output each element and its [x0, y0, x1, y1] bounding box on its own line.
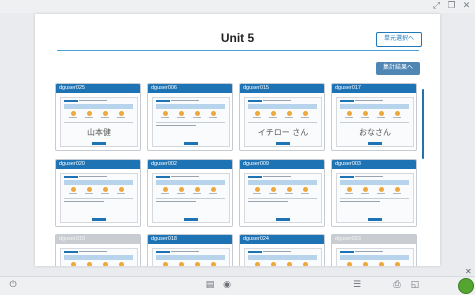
results-button[interactable]: 集計結果へ — [376, 62, 420, 75]
window-icon[interactable]: ◱ — [410, 280, 420, 290]
student-card[interactable]: dguser024 — [239, 234, 325, 266]
student-card[interactable]: dguser023 — [331, 234, 417, 266]
globe-icon[interactable] — [458, 278, 474, 294]
main-panel: Unit 5 単元選択へ 集計結果へ dguser025 山本健 dguser006… — [35, 14, 440, 266]
student-card[interactable]: dguser017 おなさん — [331, 83, 417, 151]
student-name: dguser023 — [332, 235, 416, 244]
print-icon[interactable]: ⎙ — [392, 280, 402, 290]
handwritten-answer: おなさん — [359, 128, 391, 137]
back-to-units-button[interactable]: 単元選択へ — [376, 32, 422, 47]
worksheet-thumbnail[interactable] — [152, 173, 230, 223]
worksheet-thumbnail[interactable] — [336, 248, 414, 266]
window-titlebar: ⤢ ❐ ✕ — [0, 0, 475, 13]
student-card[interactable]: dguser002 — [147, 159, 233, 227]
student-card[interactable]: dguser015 イチロー さん — [239, 83, 325, 151]
camera-icon[interactable]: ◉ — [222, 280, 232, 290]
student-name: dguser006 — [148, 84, 232, 93]
student-name: dguser025 — [56, 84, 140, 93]
student-name: dguser020 — [56, 160, 140, 169]
worksheet-thumbnail[interactable]: イチロー さん — [244, 97, 322, 147]
panel-close-icon[interactable]: ✕ — [465, 268, 473, 276]
worksheet-thumbnail[interactable] — [244, 173, 322, 223]
power-icon[interactable]: ⏻ — [8, 280, 18, 290]
handwritten-answer: イチロー さん — [257, 128, 309, 137]
student-name: dguser017 — [332, 84, 416, 93]
bottom-toolbar: ⏻ ▤ ◉ ☰ ⎙ ◱ — [0, 276, 475, 295]
worksheet-thumbnail[interactable] — [152, 248, 230, 266]
student-name: dguser009 — [240, 160, 324, 169]
student-name: dguser003 — [332, 160, 416, 169]
worksheet-thumbnail[interactable] — [336, 173, 414, 223]
worksheet-thumbnail[interactable] — [60, 248, 138, 266]
student-card[interactable]: dguser025 山本健 — [55, 83, 141, 151]
scrollbar[interactable] — [422, 89, 424, 159]
student-name: dguser018 — [148, 235, 232, 244]
worksheet-thumbnail[interactable] — [244, 248, 322, 266]
worksheet-thumbnail[interactable]: おなさん — [336, 97, 414, 147]
worksheet-thumbnail[interactable] — [60, 173, 138, 223]
student-name: dguser015 — [240, 84, 324, 93]
list-icon[interactable]: ☰ — [352, 280, 362, 290]
student-card[interactable]: dguser020 — [55, 159, 141, 227]
close-icon[interactable]: ✕ — [462, 2, 471, 11]
student-card[interactable]: dguser006 — [147, 83, 233, 151]
handwritten-answer: 山本健 — [87, 128, 111, 137]
expand-icon[interactable]: ⤢ — [432, 2, 441, 11]
student-card[interactable]: dguser009 — [239, 159, 325, 227]
student-card[interactable]: dguser018 — [147, 234, 233, 266]
restore-icon[interactable]: ❐ — [447, 2, 456, 11]
student-card[interactable]: dguser019 — [55, 234, 141, 266]
student-name: dguser019 — [56, 235, 140, 244]
worksheet-thumbnail[interactable] — [152, 97, 230, 147]
title-divider — [57, 50, 419, 51]
student-name: dguser024 — [240, 235, 324, 244]
folder-icon[interactable]: ▤ — [205, 280, 215, 290]
worksheet-thumbnail[interactable]: 山本健 — [60, 97, 138, 147]
student-card[interactable]: dguser003 — [331, 159, 417, 227]
student-name: dguser002 — [148, 160, 232, 169]
